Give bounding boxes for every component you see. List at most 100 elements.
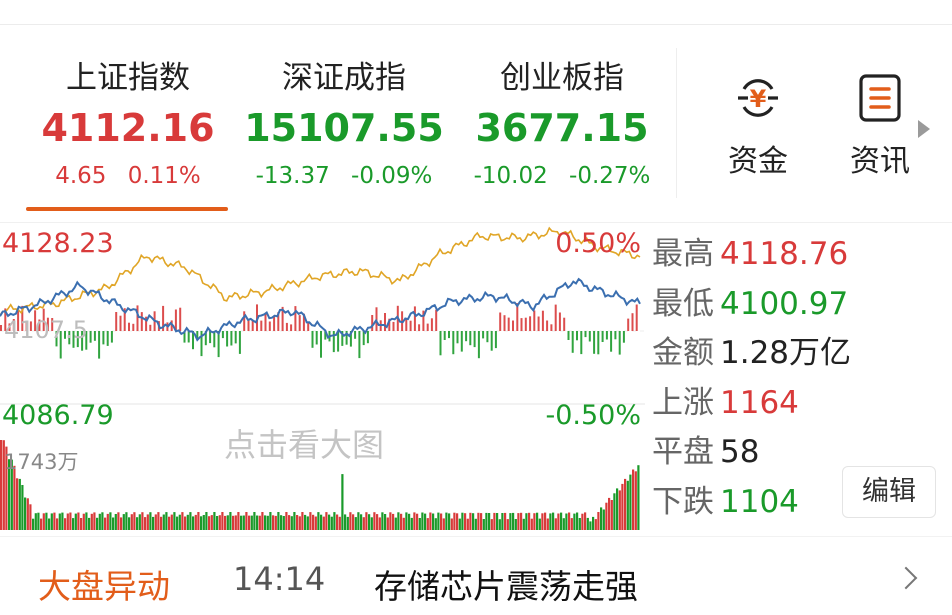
volume-bar xyxy=(304,514,307,530)
diff-bar xyxy=(234,331,237,344)
chart-top-price: 4128.23 xyxy=(2,228,114,259)
edit-button[interactable]: 编辑 xyxy=(842,466,936,518)
volume-bar xyxy=(325,512,328,530)
diff-bar xyxy=(529,316,532,331)
volume-bar xyxy=(386,517,389,530)
volume-bar xyxy=(506,519,509,530)
volume-bar xyxy=(453,512,456,530)
diff-bar xyxy=(580,331,583,355)
volume-bar xyxy=(256,515,259,530)
index-tab-chinext[interactable]: 创业板指 3677.15 -10.02 -0.27% xyxy=(452,56,672,196)
chart-watermark[interactable]: 点击看大图 xyxy=(224,420,384,466)
diff-bar xyxy=(358,331,361,359)
diff-bar xyxy=(179,307,182,331)
volume-bar xyxy=(418,518,421,530)
volume-bar xyxy=(410,517,413,530)
volume-bar xyxy=(352,514,355,530)
diff-bar xyxy=(490,331,493,351)
market-alert-row[interactable]: 大盘异动 14:14 存储芯片震荡走强 xyxy=(0,556,952,610)
volume-bar xyxy=(464,513,467,530)
volume-bar xyxy=(517,513,520,530)
volume-bar xyxy=(109,512,112,530)
diff-bar xyxy=(524,317,527,331)
news-button[interactable]: 资讯 xyxy=(840,68,920,180)
volume-bar xyxy=(101,512,104,530)
index-tab-shenzhen[interactable]: 深证成指 15107.55 -13.37 -0.09% xyxy=(234,56,454,196)
volume-bar xyxy=(154,514,157,530)
volume-bar xyxy=(280,515,283,530)
volume-bar xyxy=(296,515,299,530)
alert-message: 存储芯片震荡走强 xyxy=(374,567,638,606)
volume-bar xyxy=(421,512,424,530)
volume-bar xyxy=(621,483,624,530)
volume-bar xyxy=(482,519,485,530)
news-label: 资讯 xyxy=(850,144,910,179)
more-tools-arrow-icon[interactable] xyxy=(918,120,930,138)
diff-bar xyxy=(456,331,459,344)
volume-bar xyxy=(221,512,224,530)
stat-low: 最低 4100.97 xyxy=(652,280,851,330)
volume-bar xyxy=(408,513,411,530)
volume-bar xyxy=(229,512,232,530)
volume-bar xyxy=(282,516,285,530)
volume-bar xyxy=(122,514,125,530)
volume-bar xyxy=(314,516,317,530)
index-change: 4.65 0.11% xyxy=(18,156,238,196)
volume-bar xyxy=(477,512,480,530)
volume-bar xyxy=(546,518,549,530)
volume-bar xyxy=(501,513,504,530)
volume-bar xyxy=(338,516,341,530)
volume-bar xyxy=(610,500,613,530)
volume-bar xyxy=(114,514,117,530)
volume-bar xyxy=(557,513,560,530)
volume-bar xyxy=(362,517,365,530)
diff-bar xyxy=(217,331,220,358)
volume-bar xyxy=(21,485,24,530)
volume-bar xyxy=(200,516,203,530)
diff-bar xyxy=(520,318,523,331)
volume-bar xyxy=(576,512,579,530)
intraday-chart[interactable]: 4128.23 0.50% 4107.5 4086.79 -0.50% 点击看大… xyxy=(0,226,645,532)
diff-bar xyxy=(473,331,476,348)
volume-bar xyxy=(0,440,3,530)
volume-bar xyxy=(128,517,131,530)
diff-bar xyxy=(132,323,135,331)
volume-bar xyxy=(613,493,616,530)
diff-bar xyxy=(149,324,152,331)
volume-bar xyxy=(178,514,181,530)
volume-bar xyxy=(360,514,363,530)
diff-bar xyxy=(264,313,267,331)
volume-bar xyxy=(192,516,195,530)
diff-bar xyxy=(366,331,369,344)
volume-bar xyxy=(208,516,211,530)
chevron-right-icon xyxy=(894,566,918,590)
volume-bar xyxy=(74,513,77,530)
volume-bar xyxy=(520,512,523,530)
volume-bar xyxy=(184,516,187,530)
volume-bar xyxy=(480,513,483,530)
volume-bar xyxy=(597,512,600,530)
volume-bar xyxy=(554,518,557,530)
volume-bar xyxy=(381,512,384,530)
chart-volume-max: 1743万 xyxy=(4,450,79,474)
index-tab-shanghai[interactable]: 上证指数 4112.16 4.65 0.11% xyxy=(18,56,238,196)
funds-button[interactable]: ¥ 资金 xyxy=(718,68,798,180)
volume-bar xyxy=(42,513,45,530)
diff-bar xyxy=(512,320,514,331)
market-stats: 最高 4118.76 最低 4100.97 金额 1.28万亿 上涨 1164 平盘 58… xyxy=(652,230,851,527)
diff-bar xyxy=(605,331,608,340)
diff-bar xyxy=(571,331,574,353)
diff-bar xyxy=(98,331,101,359)
volume-bar xyxy=(490,519,493,530)
volume-bar xyxy=(424,513,427,530)
volume-bar xyxy=(552,512,555,530)
volume-bar xyxy=(112,517,115,530)
volume-bar xyxy=(232,515,235,530)
volume-bar xyxy=(440,513,443,530)
header-divider xyxy=(0,222,952,223)
volume-bar xyxy=(149,512,152,530)
volume-bar xyxy=(357,512,360,530)
volume-bar xyxy=(18,478,21,530)
volume-bar xyxy=(274,515,277,530)
diff-bar xyxy=(533,310,536,331)
